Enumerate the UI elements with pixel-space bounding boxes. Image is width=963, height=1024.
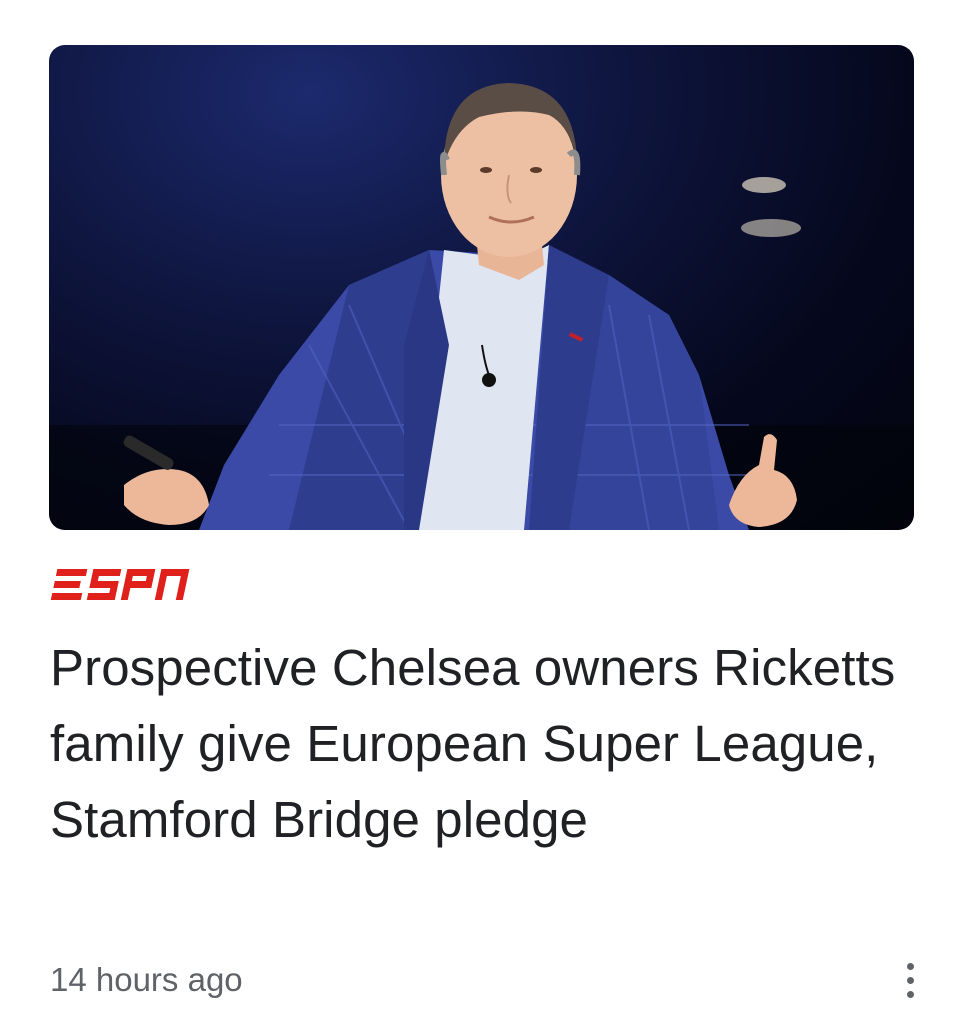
more-dot [906,990,914,998]
article-timestamp: 14 hours ago [50,961,243,998]
espn-logo-icon [50,569,190,600]
more-dot [906,962,914,970]
article-image[interactable] [49,45,914,530]
article-headline[interactable]: Prospective Chelsea owners Ricketts fami… [50,630,910,858]
article-photo [49,83,914,530]
news-card[interactable]: Prospective Chelsea owners Ricketts fami… [0,0,963,1024]
more-dot [906,976,914,984]
source-logo[interactable] [50,566,190,604]
more-vert-icon[interactable] [890,952,930,1008]
